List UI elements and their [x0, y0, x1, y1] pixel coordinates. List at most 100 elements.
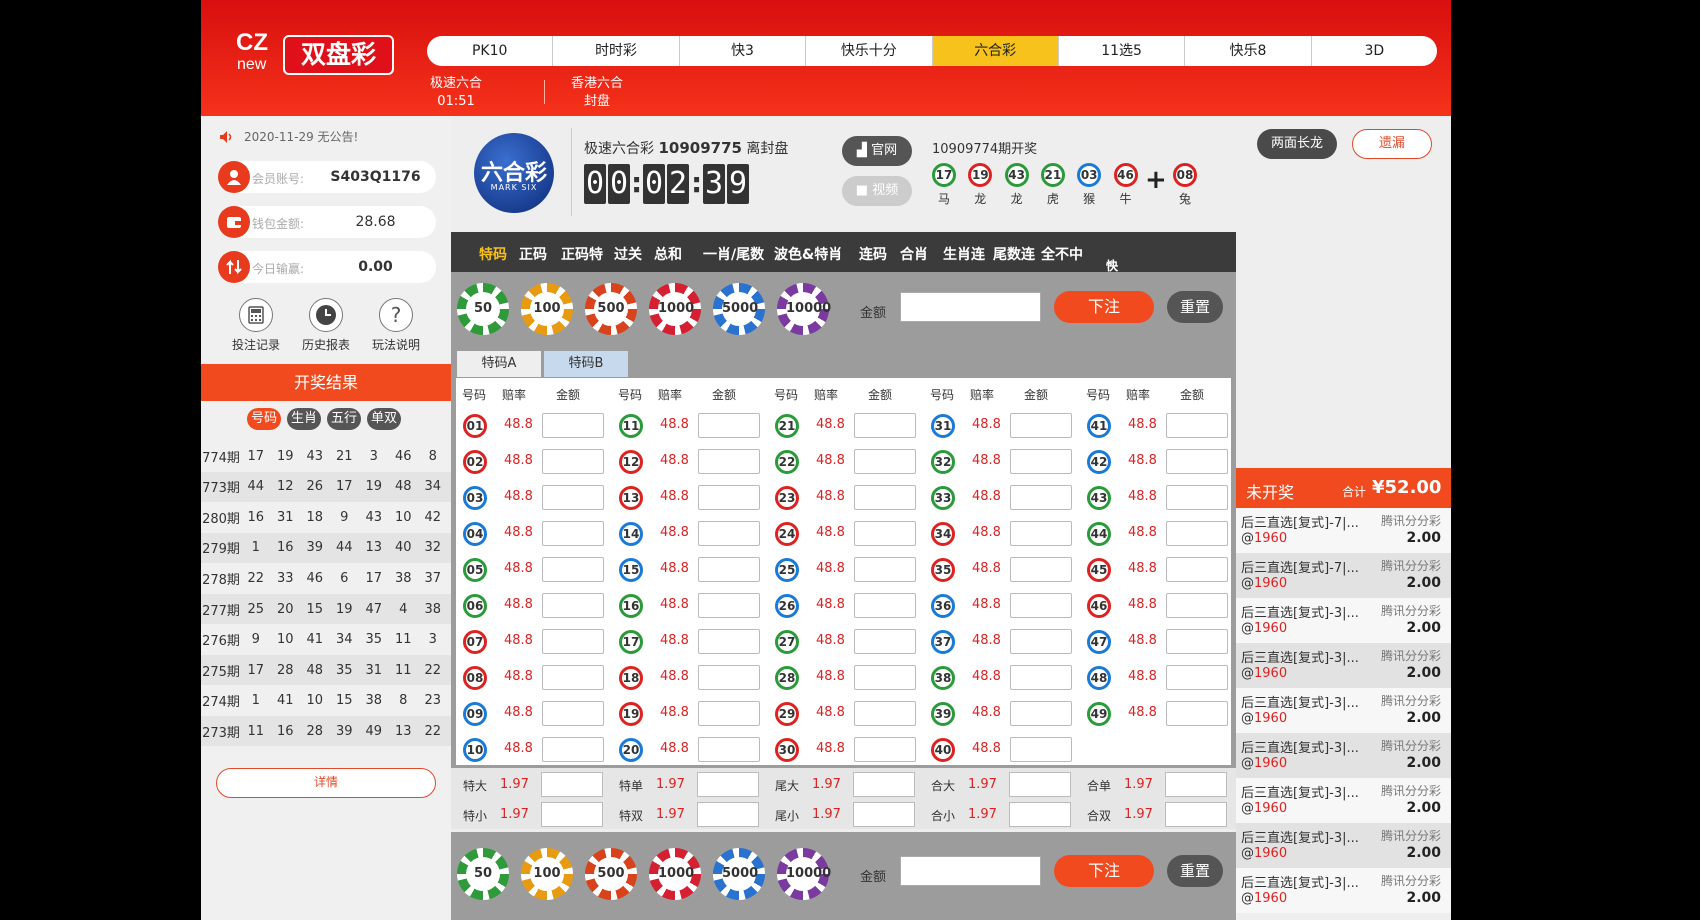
- nav-tab[interactable]: 六合彩: [932, 36, 1059, 66]
- number-ball[interactable]: 09: [463, 702, 487, 726]
- number-ball[interactable]: 18: [619, 666, 643, 690]
- amount-field[interactable]: [854, 413, 916, 438]
- two-side-amount[interactable]: [697, 772, 759, 797]
- two-side-amount[interactable]: [697, 802, 759, 827]
- amount-field[interactable]: [1166, 521, 1228, 546]
- number-ball[interactable]: 42: [1087, 450, 1111, 474]
- bet-item[interactable]: 后三直选[复式]-3|... @1960 腾讯分分彩 2.00: [1236, 823, 1451, 868]
- number-ball[interactable]: 11: [619, 414, 643, 438]
- chip-500[interactable]: 500: [585, 848, 637, 900]
- amount-field[interactable]: [1166, 449, 1228, 474]
- amount-field[interactable]: [1010, 557, 1072, 582]
- play-tab[interactable]: 特码: [479, 244, 507, 264]
- two-side-amount[interactable]: [541, 772, 603, 797]
- reset-button[interactable]: 重置: [1167, 855, 1223, 887]
- chip-100[interactable]: 100: [521, 283, 573, 335]
- number-ball[interactable]: 34: [931, 522, 955, 546]
- nav-tab[interactable]: PK10: [427, 36, 554, 66]
- missing-tab[interactable]: 遗漏: [1352, 129, 1432, 159]
- amount-field[interactable]: [698, 593, 760, 618]
- number-ball[interactable]: 46: [1087, 594, 1111, 618]
- bet-button[interactable]: 下注: [1054, 291, 1154, 323]
- amount-field[interactable]: [698, 557, 760, 582]
- chip-1000[interactable]: 1000: [649, 283, 701, 335]
- play-tab[interactable]: 尾数连: [993, 244, 1035, 264]
- reset-button[interactable]: 重置: [1167, 291, 1223, 323]
- chip-10000[interactable]: 10000: [777, 848, 831, 900]
- number-ball[interactable]: 22: [775, 450, 799, 474]
- number-ball[interactable]: 23: [775, 486, 799, 510]
- bet-item[interactable]: 后三直选[复式]-3|... @1960 腾讯分分彩 2.00: [1236, 868, 1451, 913]
- number-ball[interactable]: 10: [463, 738, 487, 762]
- amount-field[interactable]: [698, 413, 760, 438]
- amount-field[interactable]: [542, 485, 604, 510]
- notice-text[interactable]: 2020-11-29 无公告!: [244, 128, 358, 145]
- amount-field[interactable]: [1010, 737, 1072, 762]
- amount-field[interactable]: [1010, 593, 1072, 618]
- number-ball[interactable]: 39: [931, 702, 955, 726]
- amount-field[interactable]: [1010, 665, 1072, 690]
- amount-field[interactable]: [698, 701, 760, 726]
- number-ball[interactable]: 16: [619, 594, 643, 618]
- amount-field[interactable]: [698, 629, 760, 654]
- bet-record-button[interactable]: 投注记录: [226, 298, 286, 353]
- number-ball[interactable]: 17: [619, 630, 643, 654]
- result-tab[interactable]: 五行: [327, 408, 361, 430]
- number-ball[interactable]: 03: [463, 486, 487, 510]
- amount-field[interactable]: [542, 557, 604, 582]
- number-ball[interactable]: 47: [1087, 630, 1111, 654]
- amount-field[interactable]: [1166, 665, 1228, 690]
- number-ball[interactable]: 29: [775, 702, 799, 726]
- amount-field[interactable]: [854, 701, 916, 726]
- amount-field[interactable]: [542, 629, 604, 654]
- amount-field[interactable]: [854, 557, 916, 582]
- play-tab[interactable]: 连码: [859, 244, 887, 264]
- number-ball[interactable]: 38: [931, 666, 955, 690]
- amount-field[interactable]: [542, 737, 604, 762]
- history-report-button[interactable]: 历史报表: [296, 298, 356, 353]
- rules-button[interactable]: ? 玩法说明: [366, 298, 426, 353]
- amount-field[interactable]: [854, 485, 916, 510]
- number-ball[interactable]: 41: [1087, 414, 1111, 438]
- nav-tab[interactable]: 快乐十分: [806, 36, 933, 66]
- chip-10000[interactable]: 10000: [777, 283, 831, 335]
- amount-field[interactable]: [854, 449, 916, 474]
- amount-field[interactable]: [698, 449, 760, 474]
- chip-5000[interactable]: 5000: [713, 848, 765, 900]
- bet-item[interactable]: 后三直选[复式]-3|... @1960 腾讯分分彩 2.00: [1236, 688, 1451, 733]
- bet-item[interactable]: 后三直选[复式]-3|... @1960 腾讯分分彩 2.00: [1236, 643, 1451, 688]
- number-ball[interactable]: 32: [931, 450, 955, 474]
- amount-field[interactable]: [1010, 629, 1072, 654]
- number-ball[interactable]: 31: [931, 414, 955, 438]
- two-side-amount[interactable]: [853, 802, 915, 827]
- number-ball[interactable]: 14: [619, 522, 643, 546]
- number-ball[interactable]: 44: [1087, 522, 1111, 546]
- amount-field[interactable]: [1010, 485, 1072, 510]
- two-side-amount[interactable]: [1009, 802, 1071, 827]
- bet-item[interactable]: 后三直选[复式]-3|... @1960 腾讯分分彩 2.00: [1236, 733, 1451, 778]
- site-logo[interactable]: CZ new 双盘彩: [236, 31, 396, 78]
- play-tab[interactable]: 全不中: [1041, 244, 1083, 264]
- subnav-hongkong[interactable]: 香港六合 封盘: [571, 75, 623, 111]
- amount-input[interactable]: [900, 292, 1041, 322]
- number-ball[interactable]: 30: [775, 738, 799, 762]
- amount-field[interactable]: [854, 629, 916, 654]
- number-ball[interactable]: 05: [463, 558, 487, 582]
- amount-field[interactable]: [1166, 557, 1228, 582]
- amount-field[interactable]: [1166, 701, 1228, 726]
- tab-special-b[interactable]: 特码B: [544, 351, 628, 377]
- amount-field[interactable]: [1166, 593, 1228, 618]
- number-ball[interactable]: 26: [775, 594, 799, 618]
- amount-field[interactable]: [698, 665, 760, 690]
- number-ball[interactable]: 07: [463, 630, 487, 654]
- two-side-amount[interactable]: [1009, 772, 1071, 797]
- number-ball[interactable]: 48: [1087, 666, 1111, 690]
- amount-field[interactable]: [542, 413, 604, 438]
- play-tab[interactable]: 正码特: [561, 244, 603, 264]
- number-ball[interactable]: 20: [619, 738, 643, 762]
- number-ball[interactable]: 33: [931, 486, 955, 510]
- nav-tab[interactable]: 快乐8: [1185, 36, 1312, 66]
- number-ball[interactable]: 21: [775, 414, 799, 438]
- nav-tab[interactable]: 11选5: [1059, 36, 1186, 66]
- result-tab[interactable]: 生肖: [287, 408, 321, 430]
